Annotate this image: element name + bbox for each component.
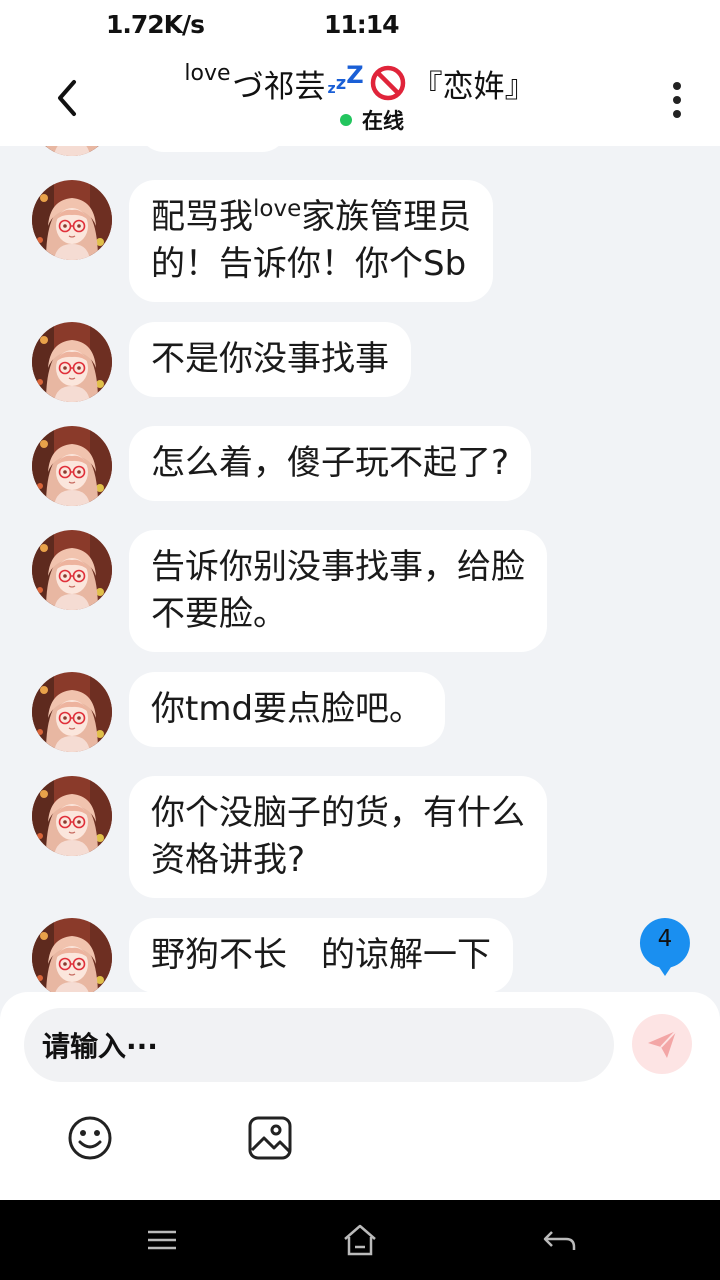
back-button[interactable] [44,76,88,120]
home-icon [344,1224,376,1256]
online-status-label: 在线 [362,109,404,133]
message-bubble[interactable]: 野狗不长 的谅解一下 [129,918,513,993]
status-bar: 1.72K/s 11:14 [0,0,720,52]
image-icon [248,1116,292,1160]
unread-count: 4 [657,926,673,952]
avatar[interactable] [32,530,112,610]
nav-back-button[interactable] [540,1220,580,1260]
message-input[interactable]: 请输入··· [24,1008,614,1082]
prohibited-icon [370,65,405,101]
message-bubble[interactable]: 你个没脑子的货，有什么 资格讲我? [129,776,547,898]
nav-menu-button[interactable] [142,1220,182,1260]
network-speed: 1.72K/s [106,10,205,39]
message-bubble[interactable]: 配骂我love家族管理员 的！告诉你！你个Sb [129,180,494,302]
more-vertical-icon [673,82,681,90]
input-panel: 请输入··· [0,992,720,1200]
chat-header: love づ祁芸 zzZ 『恋姩』 在线 [0,52,720,146]
avatar[interactable] [32,776,112,856]
unread-count-badge[interactable]: 4 [638,916,692,978]
message-bubble[interactable]: 不是你没事找事 [129,322,411,397]
nav-home-button[interactable] [340,1220,380,1260]
more-options-button[interactable] [660,76,694,124]
chevron-left-icon [58,80,76,116]
input-placeholder: 请输入··· [42,1030,158,1063]
sleep-zzz: zzZ [327,61,364,97]
title-suffix: 『恋姩』 [411,68,536,105]
paper-plane-icon [648,1030,677,1058]
chat-title: love づ祁芸 zzZ 『恋姩』 [120,58,600,108]
avatar[interactable] [32,180,112,260]
system-nav-bar [0,1200,720,1280]
back-arrow-icon [543,1231,576,1250]
avatar[interactable] [32,426,112,506]
title-prefix: love [184,60,231,86]
send-button[interactable] [632,1014,692,1074]
avatar[interactable] [32,322,112,402]
image-button[interactable] [246,1114,294,1162]
online-status: 在线 [340,106,404,134]
avatar [32,146,112,156]
message-bubble[interactable]: 告诉你别没事找事，给脸 不要脸。 [129,530,547,652]
menu-icon [148,1230,176,1250]
message-bubble-partial [138,146,288,152]
emoji-button[interactable] [66,1114,114,1162]
message-list[interactable]: 配骂我love家族管理员 的！告诉你！你个Sb 不是你没事找事 怎么着，傻子玩不… [0,146,720,996]
smile-icon [68,1116,112,1160]
message-bubble[interactable]: 你tmd要点脸吧。 [129,672,446,747]
avatar[interactable] [32,918,112,996]
title-main: づ祁芸 [232,68,326,105]
message-bubble[interactable]: 怎么着，傻子玩不起了? [129,426,532,501]
clock: 11:14 [324,10,400,39]
online-dot [340,114,352,126]
avatar[interactable] [32,672,112,752]
